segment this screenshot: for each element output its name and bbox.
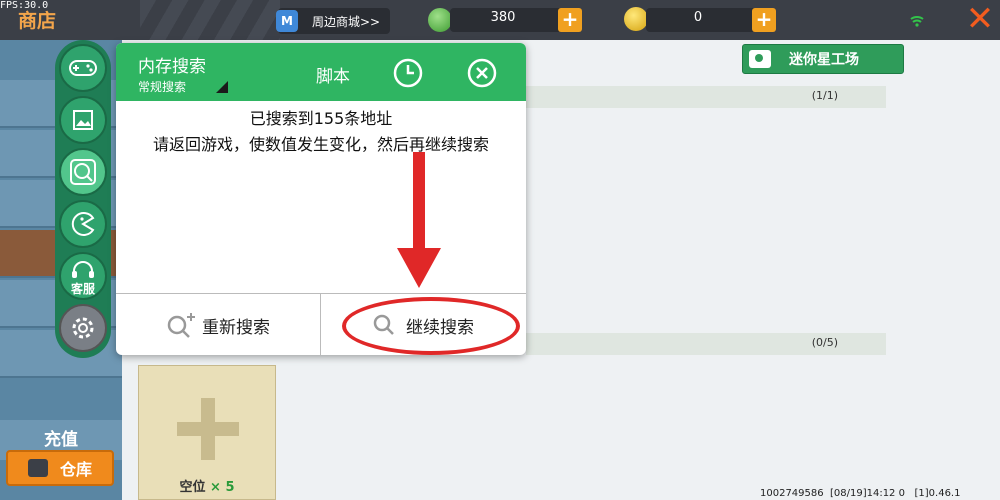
gem-count: 380	[490, 10, 516, 25]
dialog-title: 内存搜索	[138, 57, 206, 77]
annotation-highlight-oval	[342, 297, 520, 355]
search-mode-dropdown[interactable]: 常规搜索	[138, 78, 186, 95]
page-title: 商店	[18, 10, 57, 32]
top-bar: FPS:30.0 商店 M 周边商城>> 380 + 0 + ✕	[0, 0, 1000, 40]
warehouse-label: 仓库	[59, 460, 92, 479]
pacman-icon	[71, 212, 95, 236]
gamepad-button[interactable]	[59, 44, 107, 92]
section-count: (0/5)	[811, 336, 838, 349]
headset-icon	[72, 261, 94, 278]
slot-label: 空位 × 5	[139, 476, 275, 495]
empty-slot[interactable]: 空位 × 5	[138, 365, 276, 500]
memory-search-tool[interactable]	[59, 148, 107, 196]
top-bar-stripes	[140, 0, 280, 40]
annotation-arrow-shaft	[413, 152, 425, 256]
crop-image-icon	[73, 110, 93, 130]
customer-service-button[interactable]: 客服	[59, 252, 107, 300]
warehouse-button[interactable]: 仓库	[6, 450, 114, 486]
gamepad-icon	[69, 60, 97, 76]
merch-mall-button[interactable]: M 周边商城>>	[276, 8, 390, 34]
add-slot-icon	[177, 398, 239, 460]
section-count: (1/1)	[811, 89, 838, 102]
coin-balance: 0 +	[646, 8, 776, 32]
signal-icon	[910, 16, 924, 27]
annotation-arrow-head	[397, 248, 441, 288]
dialog-header: 内存搜索 常规搜索 脚本	[116, 43, 526, 101]
footer-divider	[320, 294, 321, 355]
add-gems-button[interactable]: +	[558, 8, 582, 32]
new-search-label: 重新搜索	[202, 317, 270, 338]
shopping-bag-icon: M	[276, 10, 298, 32]
game-speed-button[interactable]	[59, 200, 107, 248]
magnifier-data-icon	[70, 159, 96, 185]
section-header-2: (0/5)	[526, 333, 886, 355]
new-search-button[interactable]: 重新搜索	[164, 294, 270, 355]
close-shop-button[interactable]: ✕	[960, 0, 1000, 40]
mini-studio-button[interactable]: 迷你星工场	[742, 44, 904, 74]
search-instruction-text: 请返回游戏，使数值发生变化，然后再继续搜索	[152, 135, 489, 154]
tool-rail: 客服	[55, 40, 111, 358]
gem-icon	[428, 8, 452, 32]
history-clock-icon[interactable]	[392, 57, 424, 89]
search-result-text: 已搜索到155条地址	[249, 109, 393, 128]
slot-count: × 5	[210, 480, 235, 495]
dropdown-corner-icon	[216, 81, 228, 93]
customer-service-label: 客服	[70, 281, 95, 296]
slot-text: 空位	[179, 480, 206, 495]
gem-balance: 380 +	[450, 8, 582, 32]
settings-button[interactable]	[59, 304, 107, 352]
add-coins-button[interactable]: +	[752, 8, 776, 32]
camera-icon	[749, 50, 771, 68]
close-icon[interactable]	[466, 57, 498, 89]
script-tab[interactable]: 脚本	[316, 62, 350, 87]
coin-icon	[624, 7, 648, 31]
search-plus-icon	[167, 313, 195, 338]
warehouse-icon	[27, 459, 48, 477]
merch-mall-label: 周边商城>>	[312, 14, 381, 29]
version-footer: 1002749586 [08/19]14:12 0 [1]0.46.1	[760, 488, 961, 499]
section-header-1: (1/1)	[526, 86, 886, 108]
coin-count: 0	[693, 10, 703, 25]
mini-studio-label: 迷你星工场	[789, 52, 859, 68]
screenshot-button[interactable]	[59, 96, 107, 144]
gear-icon	[72, 317, 94, 339]
